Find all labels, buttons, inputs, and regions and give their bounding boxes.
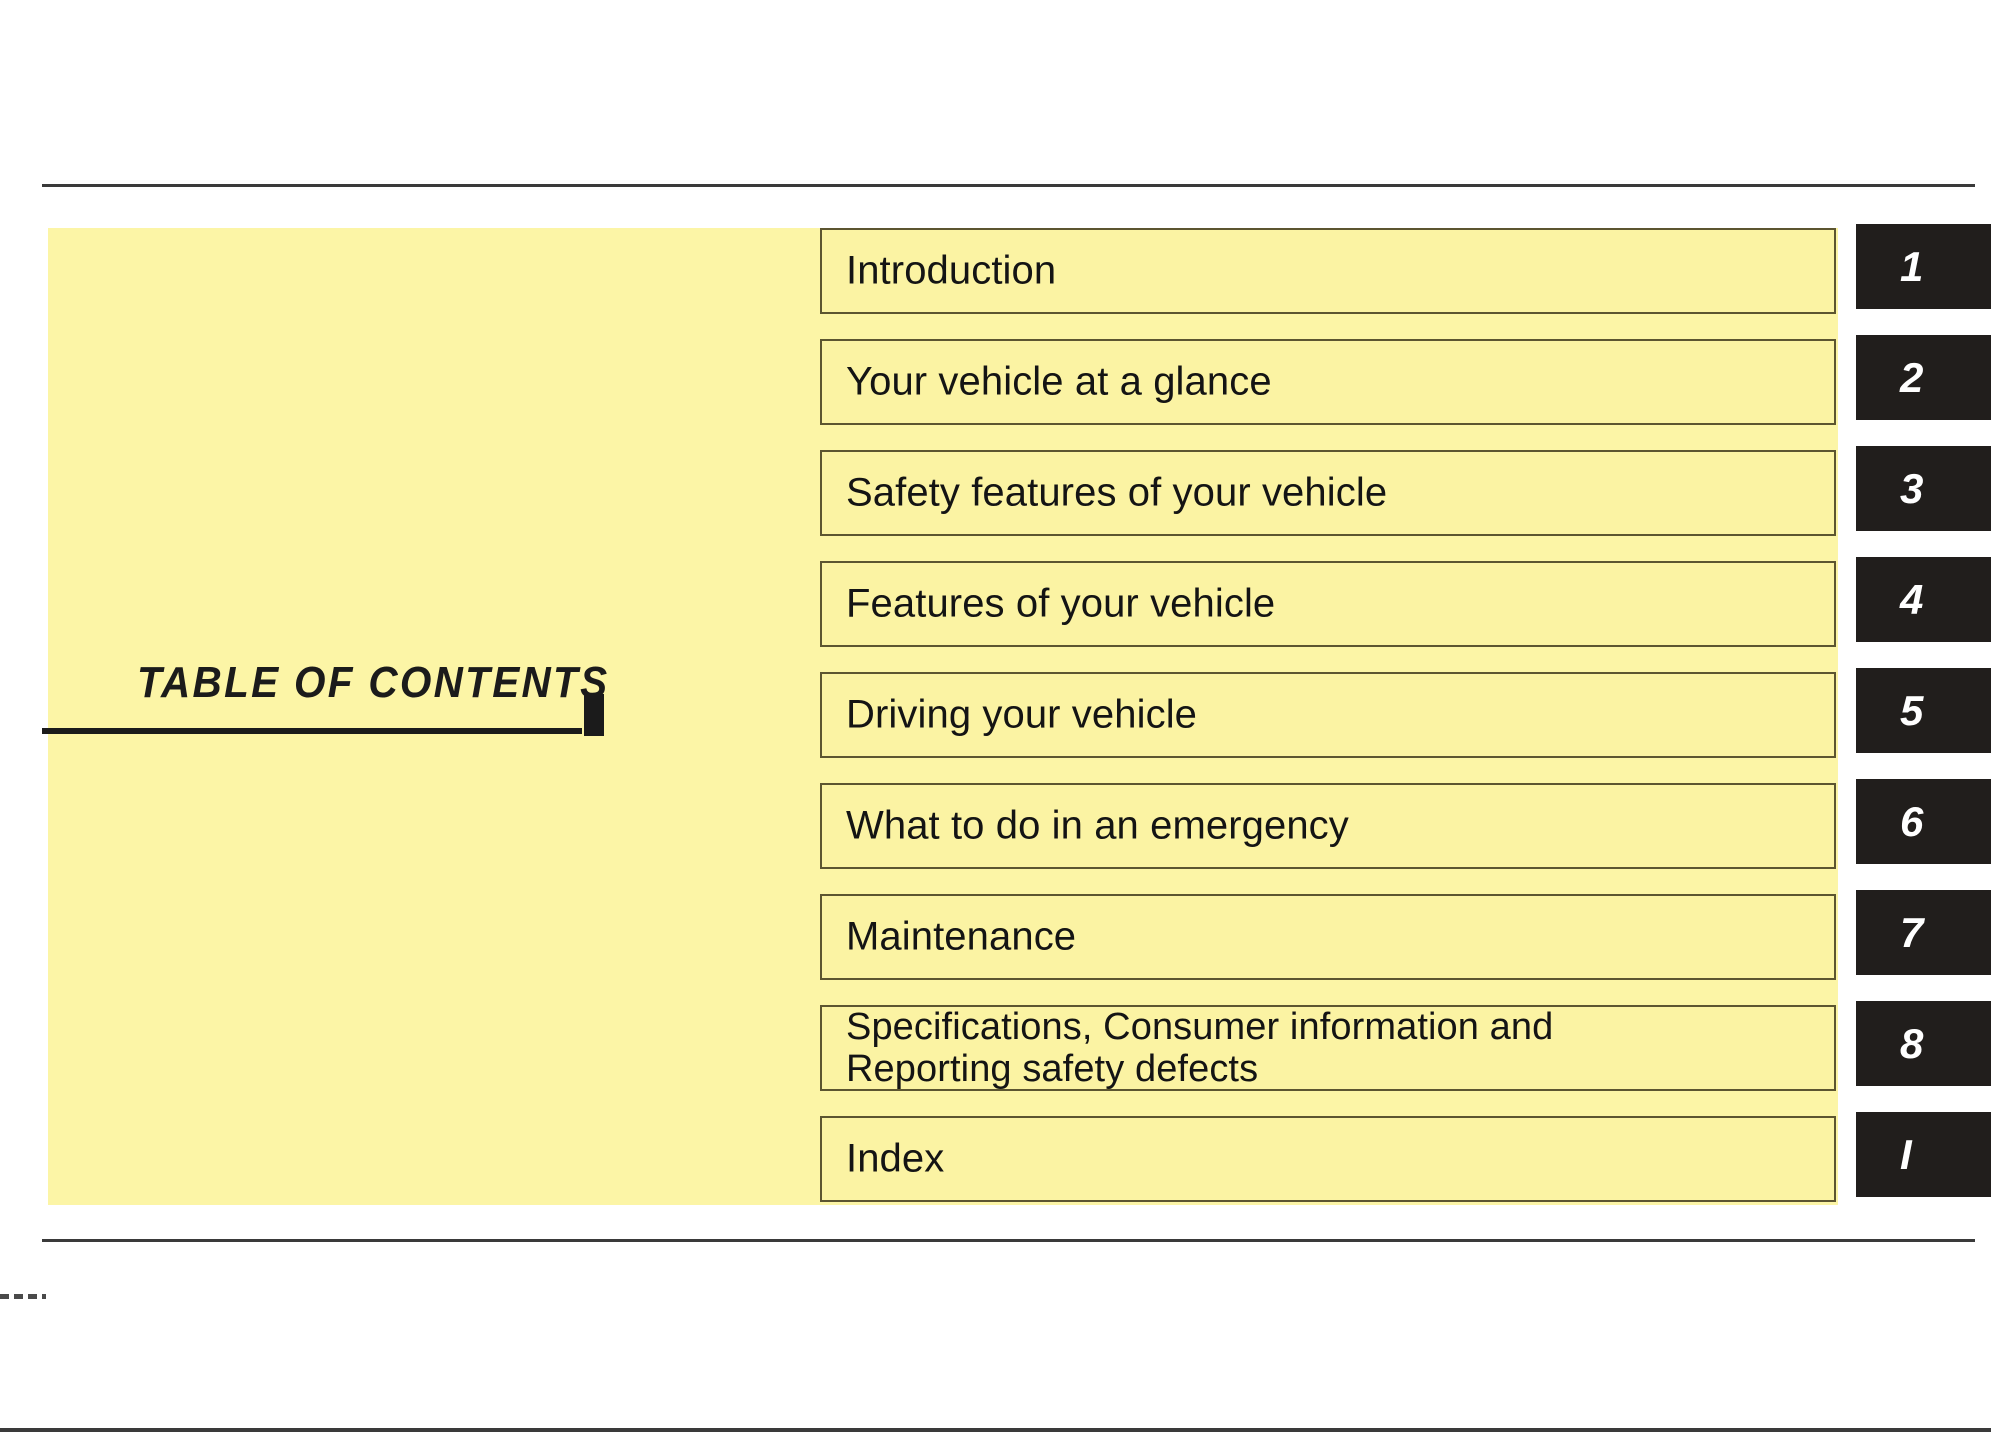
toc-chapter-tab[interactable]: 8 <box>1856 1001 1991 1086</box>
page-title: TABLE OF CONTENTS <box>137 658 610 707</box>
toc-chapter-number: 2 <box>1900 353 1924 401</box>
toc-chapter-tab[interactable]: 6 <box>1856 779 1991 864</box>
toc-chapter-tab[interactable]: 3 <box>1856 446 1991 531</box>
toc-chapter-number: 7 <box>1900 908 1924 956</box>
table-of-contents-title-block: TABLE OF CONTENTS <box>42 658 642 738</box>
toc-row[interactable]: Index I <box>820 1112 1991 1204</box>
toc-row[interactable]: Driving your vehicle 5 <box>820 668 1991 760</box>
page-edge-rule <box>0 1428 1991 1432</box>
toc-entry-label: Specifications, Consumer information and… <box>846 1006 1554 1090</box>
toc-entry-box[interactable]: Driving your vehicle <box>820 672 1836 758</box>
toc-entry-box[interactable]: Introduction <box>820 228 1836 314</box>
toc-chapter-number: 5 <box>1900 686 1924 734</box>
toc-entry-label: Maintenance <box>846 914 1077 959</box>
title-underline <box>42 728 582 734</box>
toc-entry-label: Driving your vehicle <box>846 692 1198 737</box>
toc-entry-label: Introduction <box>846 248 1057 293</box>
table-of-contents-list: Introduction 1 Your vehicle at a glance … <box>820 224 1991 1204</box>
toc-chapter-tab[interactable]: 2 <box>1856 335 1991 420</box>
toc-entry-box[interactable]: Safety features of your vehicle <box>820 450 1836 536</box>
toc-chapter-number: 4 <box>1900 575 1924 623</box>
toc-row[interactable]: Introduction 1 <box>820 224 1991 316</box>
toc-chapter-number: 1 <box>1900 242 1924 290</box>
toc-chapter-number: 6 <box>1900 797 1924 845</box>
toc-entry-box[interactable]: Index <box>820 1116 1836 1202</box>
toc-row[interactable]: Safety features of your vehicle 3 <box>820 446 1991 538</box>
toc-entry-label: Features of your vehicle <box>846 581 1276 626</box>
toc-chapter-number: I <box>1900 1130 1912 1178</box>
toc-chapter-number: 8 <box>1900 1019 1924 1067</box>
toc-chapter-tab[interactable]: 1 <box>1856 224 1991 309</box>
toc-row[interactable]: Maintenance 7 <box>820 890 1991 982</box>
toc-chapter-tab[interactable]: 4 <box>1856 557 1991 642</box>
toc-chapter-tab[interactable]: 7 <box>1856 890 1991 975</box>
toc-entry-label: Safety features of your vehicle <box>846 470 1388 515</box>
toc-entry-box[interactable]: Maintenance <box>820 894 1836 980</box>
toc-entry-box[interactable]: Specifications, Consumer information and… <box>820 1005 1836 1091</box>
toc-row[interactable]: Specifications, Consumer information and… <box>820 1001 1991 1093</box>
toc-row[interactable]: Features of your vehicle 4 <box>820 557 1991 649</box>
crop-mark-dashes <box>0 1294 46 1299</box>
toc-row[interactable]: Your vehicle at a glance 2 <box>820 335 1991 427</box>
toc-chapter-tab[interactable]: I <box>1856 1112 1991 1197</box>
toc-entry-label: Index <box>846 1136 945 1181</box>
toc-entry-box[interactable]: Your vehicle at a glance <box>820 339 1836 425</box>
toc-entry-label: Your vehicle at a glance <box>846 359 1272 404</box>
toc-entry-label: What to do in an emergency <box>846 803 1349 848</box>
toc-chapter-tab[interactable]: 5 <box>1856 668 1991 753</box>
page-bottom-rule <box>42 1239 1975 1242</box>
toc-chapter-number: 3 <box>1900 464 1924 512</box>
toc-row[interactable]: What to do in an emergency 6 <box>820 779 1991 871</box>
toc-entry-box[interactable]: Features of your vehicle <box>820 561 1836 647</box>
page-top-rule <box>42 184 1975 187</box>
toc-entry-box[interactable]: What to do in an emergency <box>820 783 1836 869</box>
title-end-marker <box>584 694 604 736</box>
